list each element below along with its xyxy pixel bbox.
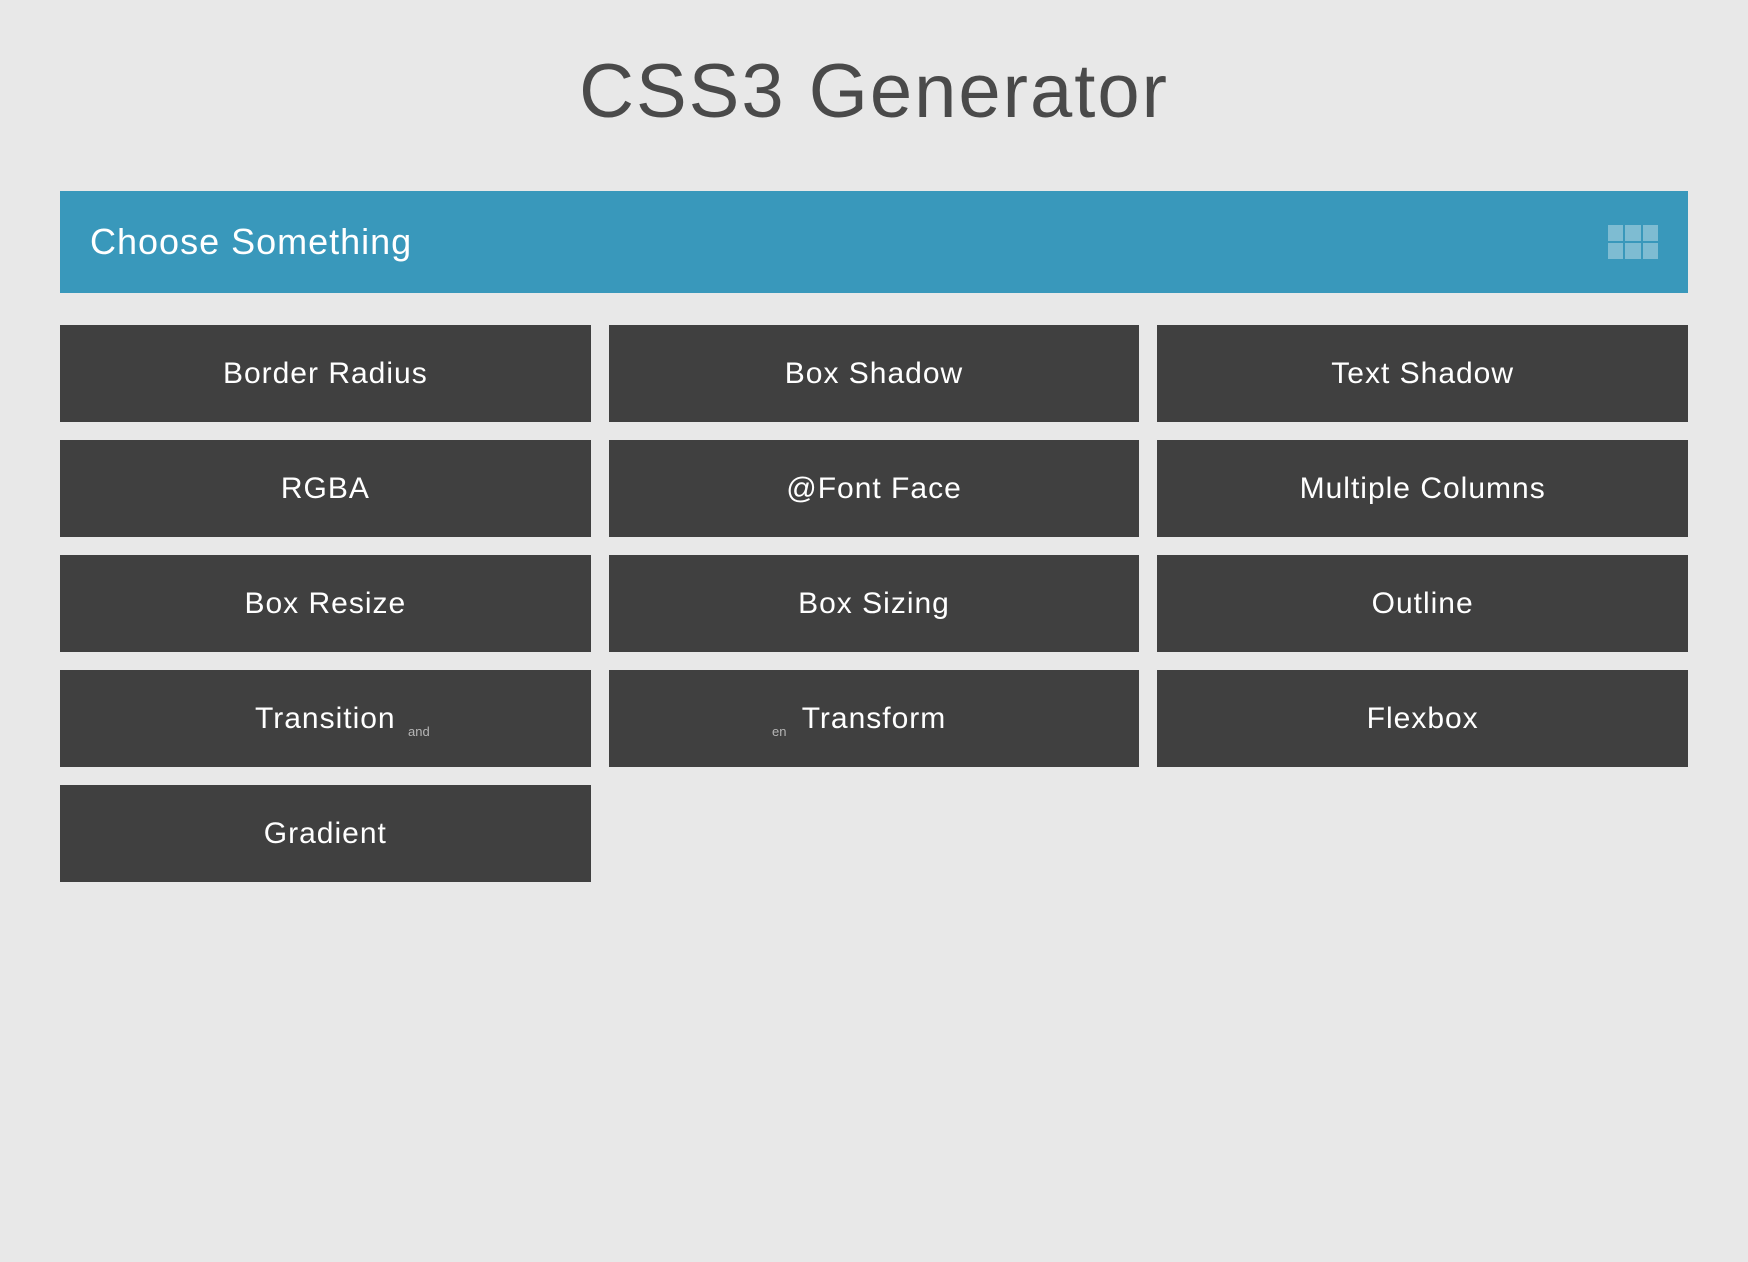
grid-icon[interactable] (1608, 225, 1658, 259)
option-flexbox[interactable]: Flexbox (1157, 670, 1688, 767)
option-transition[interactable]: Transition (60, 670, 591, 767)
option-rgba[interactable]: RGBA (60, 440, 591, 537)
background-text-fragment: en (772, 724, 786, 739)
option-border-radius[interactable]: Border Radius (60, 325, 591, 422)
option-multiple-columns[interactable]: Multiple Columns (1157, 440, 1688, 537)
background-text-fragment: and (408, 724, 430, 739)
grid-icon-cell (1608, 225, 1623, 241)
option-gradient[interactable]: Gradient (60, 785, 591, 882)
grid-icon-cell (1643, 243, 1658, 259)
app-container: CSS3 Generator Choose Something Border R… (0, 0, 1748, 882)
option-text-shadow[interactable]: Text Shadow (1157, 325, 1688, 422)
option-transform[interactable]: Transform (609, 670, 1140, 767)
option-box-resize[interactable]: Box Resize (60, 555, 591, 652)
grid-icon-cell (1625, 225, 1640, 241)
options-grid: Border Radius Box Shadow Text Shadow RGB… (60, 325, 1688, 882)
page-title: CSS3 Generator (60, 0, 1688, 191)
grid-icon-cell (1608, 243, 1623, 259)
grid-icon-cell (1625, 243, 1640, 259)
selector-header-label: Choose Something (90, 221, 412, 263)
grid-icon-cell (1643, 225, 1658, 241)
option-box-shadow[interactable]: Box Shadow (609, 325, 1140, 422)
selector-header[interactable]: Choose Something (60, 191, 1688, 293)
option-outline[interactable]: Outline (1157, 555, 1688, 652)
option-font-face[interactable]: @Font Face (609, 440, 1140, 537)
option-box-sizing[interactable]: Box Sizing (609, 555, 1140, 652)
